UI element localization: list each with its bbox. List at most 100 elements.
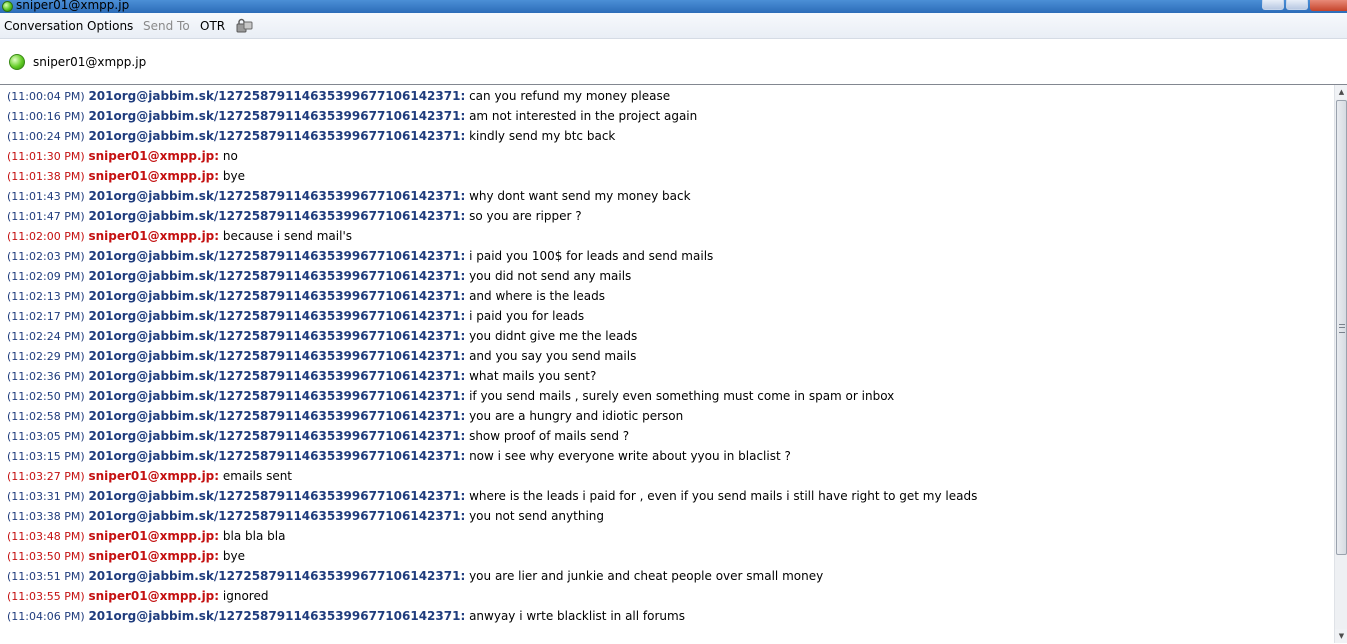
message-row: (11:03:50 PM) sniper01@xmpp.jp: bye	[7, 549, 1331, 569]
message-sender: 201org@jabbim.sk/12725879114635399677106…	[88, 309, 466, 323]
message-text: anwyay i wrte blacklist in all forums	[469, 609, 685, 623]
message-sender: 201org@jabbim.sk/12725879114635399677106…	[88, 109, 466, 123]
message-row: (11:02:50 PM) 201org@jabbim.sk/127258791…	[7, 389, 1331, 409]
message-sender: 201org@jabbim.sk/12725879114635399677106…	[88, 389, 466, 403]
message-sender: 201org@jabbim.sk/12725879114635399677106…	[88, 509, 466, 523]
message-text: and where is the leads	[469, 289, 605, 303]
message-timestamp: (11:03:55 PM)	[7, 590, 85, 603]
message-row: (11:03:38 PM) 201org@jabbim.sk/127258791…	[7, 509, 1331, 529]
message-sender: 201org@jabbim.sk/12725879114635399677106…	[88, 429, 466, 443]
message-sender: sniper01@xmpp.jp:	[88, 589, 220, 603]
message-timestamp: (11:02:17 PM)	[7, 310, 85, 323]
message-timestamp: (11:01:30 PM)	[7, 150, 85, 163]
message-sender: 201org@jabbim.sk/12725879114635399677106…	[88, 449, 466, 463]
message-row: (11:00:04 PM) 201org@jabbim.sk/127258791…	[7, 89, 1331, 109]
message-text: if you send mails , surely even somethin…	[469, 389, 895, 403]
message-sender: 201org@jabbim.sk/12725879114635399677106…	[88, 329, 466, 343]
message-timestamp: (11:03:51 PM)	[7, 570, 85, 583]
message-text: ignored	[222, 589, 269, 603]
message-sender: 201org@jabbim.sk/12725879114635399677106…	[88, 289, 466, 303]
message-row: (11:02:24 PM) 201org@jabbim.sk/127258791…	[7, 329, 1331, 349]
message-row: (11:03:05 PM) 201org@jabbim.sk/127258791…	[7, 429, 1331, 449]
message-text: you are a hungry and idiotic person	[469, 409, 684, 423]
menu-conversation[interactable]: Conversation	[4, 19, 83, 33]
message-row: (11:02:09 PM) 201org@jabbim.sk/127258791…	[7, 269, 1331, 289]
message-timestamp: (11:03:05 PM)	[7, 430, 85, 443]
message-text: you are lier and junkie and cheat people…	[469, 569, 824, 583]
message-row: (11:03:51 PM) 201org@jabbim.sk/127258791…	[7, 569, 1331, 589]
message-sender: sniper01@xmpp.jp:	[88, 469, 220, 483]
message-sender: sniper01@xmpp.jp:	[88, 529, 220, 543]
message-timestamp: (11:03:31 PM)	[7, 490, 85, 503]
message-timestamp: (11:02:03 PM)	[7, 250, 85, 263]
title-bar: sniper01@xmpp.jp	[0, 0, 1347, 13]
message-sender: 201org@jabbim.sk/12725879114635399677106…	[88, 209, 466, 223]
message-timestamp: (11:03:48 PM)	[7, 530, 85, 543]
close-button[interactable]	[1310, 0, 1347, 11]
maximize-button[interactable]	[1286, 0, 1308, 10]
window-title: sniper01@xmpp.jp	[16, 0, 130, 12]
message-row: (11:03:31 PM) 201org@jabbim.sk/127258791…	[7, 489, 1331, 509]
available-status-icon	[9, 54, 25, 70]
message-sender: 201org@jabbim.sk/12725879114635399677106…	[88, 409, 466, 423]
message-timestamp: (11:04:06 PM)	[7, 610, 85, 623]
scroll-thumb[interactable]	[1336, 100, 1347, 555]
message-timestamp: (11:03:50 PM)	[7, 550, 85, 563]
message-sender: 201org@jabbim.sk/12725879114635399677106…	[88, 369, 466, 383]
message-timestamp: (11:02:36 PM)	[7, 370, 85, 383]
message-sender: 201org@jabbim.sk/12725879114635399677106…	[88, 249, 466, 263]
contact-name: sniper01@xmpp.jp	[33, 55, 147, 69]
message-text: can you refund my money please	[469, 89, 671, 103]
conversation-log[interactable]: (11:00:04 PM) 201org@jabbim.sk/127258791…	[0, 84, 1347, 644]
message-row: (11:04:06 PM) 201org@jabbim.sk/127258791…	[7, 609, 1331, 629]
message-row: (11:00:24 PM) 201org@jabbim.sk/127258791…	[7, 129, 1331, 149]
message-sender: sniper01@xmpp.jp:	[88, 229, 220, 243]
message-timestamp: (11:00:16 PM)	[7, 110, 85, 123]
message-text: i paid you 100$ for leads and send mails	[469, 249, 714, 263]
message-row: (11:02:00 PM) sniper01@xmpp.jp: because …	[7, 229, 1331, 249]
message-row: (11:03:55 PM) sniper01@xmpp.jp: ignored	[7, 589, 1331, 609]
minimize-button[interactable]	[1262, 0, 1284, 10]
message-row: (11:02:36 PM) 201org@jabbim.sk/127258791…	[7, 369, 1331, 389]
thumb-grip-icon	[1339, 324, 1345, 333]
message-timestamp: (11:02:00 PM)	[7, 230, 85, 243]
message-text: show proof of mails send ?	[469, 429, 630, 443]
vertical-scrollbar[interactable]: ▲ ▼	[1334, 85, 1347, 643]
message-timestamp: (11:01:47 PM)	[7, 210, 85, 223]
message-text: you didnt give me the leads	[469, 329, 638, 343]
message-row: (11:01:38 PM) sniper01@xmpp.jp: bye	[7, 169, 1331, 189]
message-row: (11:02:03 PM) 201org@jabbim.sk/127258791…	[7, 249, 1331, 269]
contact-header: sniper01@xmpp.jp	[0, 39, 1347, 84]
message-timestamp: (11:03:15 PM)	[7, 450, 85, 463]
message-sender: 201org@jabbim.sk/12725879114635399677106…	[88, 489, 466, 503]
message-text: now i see why everyone write about yyou …	[469, 449, 791, 463]
message-timestamp: (11:03:38 PM)	[7, 510, 85, 523]
message-row: (11:01:43 PM) 201org@jabbim.sk/127258791…	[7, 189, 1331, 209]
message-text: bla bla bla	[222, 529, 286, 543]
message-sender: sniper01@xmpp.jp:	[88, 169, 220, 183]
menu-options[interactable]: Options	[87, 19, 133, 33]
menu-send-to[interactable]: Send To	[143, 19, 190, 33]
message-text: you not send anything	[469, 509, 605, 523]
otr-lock-icon[interactable]	[236, 18, 253, 33]
message-timestamp: (11:02:13 PM)	[7, 290, 85, 303]
message-text: bye	[222, 169, 246, 183]
message-list: (11:00:04 PM) 201org@jabbim.sk/127258791…	[7, 89, 1331, 629]
message-sender: 201org@jabbim.sk/12725879114635399677106…	[88, 609, 466, 623]
message-timestamp: (11:02:50 PM)	[7, 390, 85, 403]
message-timestamp: (11:02:24 PM)	[7, 330, 85, 343]
message-text: you did not send any mails	[469, 269, 632, 283]
message-row: (11:01:30 PM) sniper01@xmpp.jp: no	[7, 149, 1331, 169]
message-row: (11:03:27 PM) sniper01@xmpp.jp: emails s…	[7, 469, 1331, 489]
message-text: and you say you send mails	[469, 349, 637, 363]
message-text: where is the leads i paid for , even if …	[469, 489, 978, 503]
message-row: (11:02:13 PM) 201org@jabbim.sk/127258791…	[7, 289, 1331, 309]
message-row: (11:03:48 PM) sniper01@xmpp.jp: bla bla …	[7, 529, 1331, 549]
menu-otr[interactable]: OTR	[200, 19, 225, 33]
window-status-icon	[2, 1, 13, 12]
scroll-up-arrow-icon[interactable]: ▲	[1335, 85, 1347, 99]
message-text: why dont want send my money back	[469, 189, 691, 203]
message-row: (11:02:58 PM) 201org@jabbim.sk/127258791…	[7, 409, 1331, 429]
scroll-down-arrow-icon[interactable]: ▼	[1335, 629, 1347, 643]
message-sender: 201org@jabbim.sk/12725879114635399677106…	[88, 569, 466, 583]
